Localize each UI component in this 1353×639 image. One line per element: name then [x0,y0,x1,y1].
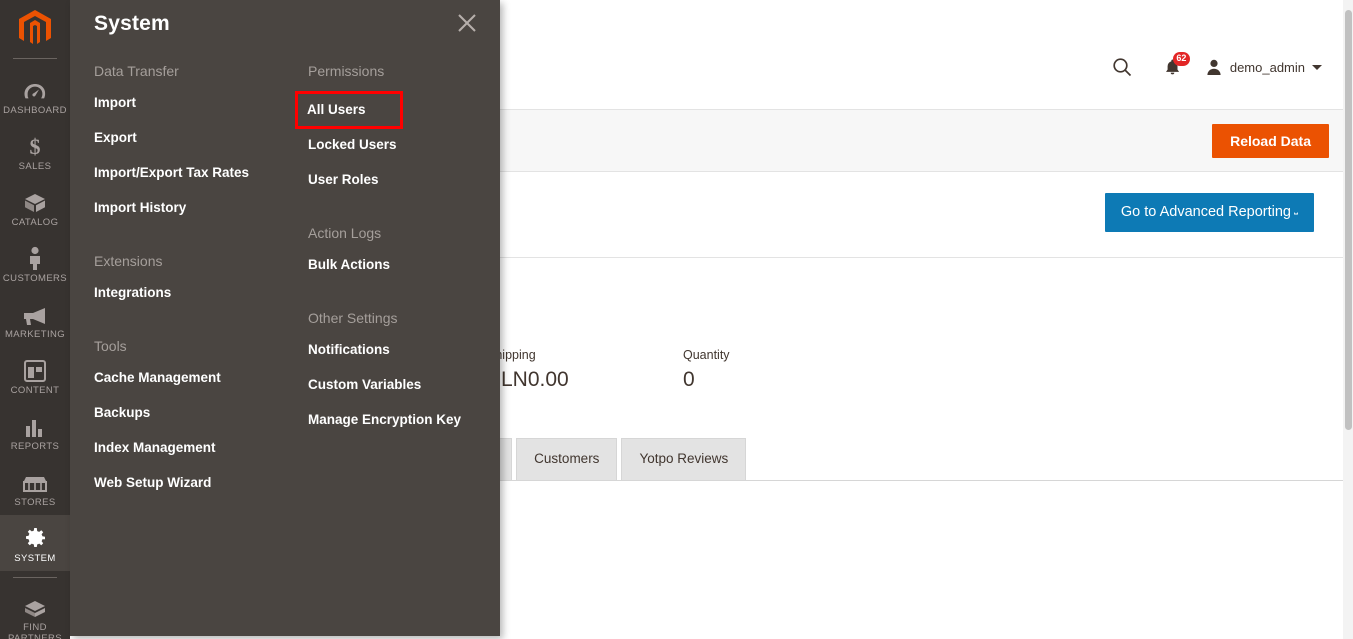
menu-item-notifications[interactable]: Notifications [308,341,493,358]
system-menu-right-column: Permissions All Users Locked Users User … [308,62,493,428]
go-to-advanced-reporting-label: Go to Advanced Reporting [1121,204,1291,220]
menu-group-title: Action Logs [308,224,493,242]
menu-item-manage-encryption-key[interactable]: Manage Encryption Key [308,411,493,428]
menu-group-tools: Tools Cache Management Backups Index Man… [94,337,304,491]
dollar-sign-icon: $ [2,132,68,158]
sidebar-item-label: STORES [2,497,68,508]
stat-quantity: Quantity 0 [683,348,879,392]
menu-group-permissions: Permissions All Users Locked Users User … [308,62,493,188]
sidebar-item-reports[interactable]: REPORTS [0,403,70,459]
menu-group-title: Extensions [94,252,304,270]
user-avatar-icon [1206,59,1222,76]
menu-item-locked-users[interactable]: Locked Users [308,136,493,153]
page-scrollbar[interactable] [1343,0,1353,639]
sidebar-item-label: DASHBOARD [2,105,68,116]
notifications-count-badge: 62 [1173,52,1190,66]
sidebar-item-label: CUSTOMERS [2,273,68,284]
dashboard-gauge-icon [2,76,68,102]
search-icon[interactable] [1112,57,1132,77]
extension-block-icon [2,593,68,619]
menu-item-custom-variables[interactable]: Custom Variables [308,376,493,393]
sidebar-item-label: SALES [2,161,68,172]
external-link-icon: ⎵ [1294,205,1298,215]
notifications-bell-icon[interactable]: 62 [1164,58,1181,77]
close-icon[interactable] [456,12,478,34]
menu-item-export[interactable]: Export [94,129,304,146]
menu-group-data-transfer: Data Transfer Import Export Import/Expor… [94,62,304,216]
stat-value: PLN0.00 [487,368,683,392]
go-to-advanced-reporting-button[interactable]: Go to Advanced Reporting ⎵ [1105,193,1314,232]
menu-group-title: Other Settings [308,309,493,327]
system-menu-panel: System Data Transfer Import Export Impor… [70,0,500,636]
user-menu[interactable]: demo_admin [1206,59,1322,76]
sidebar-item-label: FIND PARTNERS [2,622,68,639]
menu-item-bulk-actions[interactable]: Bulk Actions [308,256,493,273]
storefront-icon [2,468,68,494]
menu-group-action-logs: Action Logs Bulk Actions [308,224,493,273]
user-name-label: demo_admin [1230,60,1305,75]
layout-window-icon [2,356,68,382]
menu-item-cache-management[interactable]: Cache Management [94,369,304,386]
sidebar-item-sales[interactable]: $ SALES [0,123,70,179]
system-menu-left-column: Data Transfer Import Export Import/Expor… [94,62,304,491]
sidebar-item-catalog[interactable]: CATALOG [0,179,70,235]
menu-item-all-users[interactable]: All Users [298,94,400,126]
bar-chart-icon [2,412,68,438]
menu-group-title: Tools [94,337,304,355]
sidebar-item-marketing[interactable]: MARKETING [0,291,70,347]
sidebar-item-dashboard[interactable]: DASHBOARD [0,67,70,123]
tab-customers[interactable]: Customers [516,438,617,481]
stat-label: Shipping [487,348,683,362]
menu-group-other-settings: Other Settings Notifications Custom Vari… [308,309,493,428]
stat-label: Quantity [683,348,879,362]
menu-item-backups[interactable]: Backups [94,404,304,421]
sidebar-item-content[interactable]: CONTENT [0,347,70,403]
magento-logo-icon [18,10,52,48]
sidebar-item-system[interactable]: SYSTEM [0,515,70,571]
megaphone-icon [2,300,68,326]
sidebar-divider-top [13,58,57,59]
system-menu-title: System [94,12,170,36]
stat-value: 0 [683,368,879,392]
sidebar-item-stores[interactable]: STORES [0,459,70,515]
sidebar-item-label: SYSTEM [2,553,68,564]
sidebar-item-label: CATALOG [2,217,68,228]
magento-admin-page: DASHBOARD $ SALES CATALOG CUSTOMERS MARK… [0,0,1353,639]
menu-group-title: Data Transfer [94,62,304,80]
stat-shipping: Shipping PLN0.00 [487,348,683,392]
sidebar-item-customers[interactable]: CUSTOMERS [0,235,70,291]
header-actions: 62 demo_admin [1112,57,1322,77]
scrollbar-thumb[interactable] [1345,10,1352,430]
sidebar-item-find-partners[interactable]: FIND PARTNERS & EXTENSIONS [0,584,70,639]
menu-item-import-history[interactable]: Import History [94,199,304,216]
tab-yotpo-reviews[interactable]: Yotpo Reviews [621,438,746,481]
menu-item-import-export-tax-rates[interactable]: Import/Export Tax Rates [94,164,304,181]
sidebar-divider-bottom [13,577,57,578]
sidebar-item-label: CONTENT [2,385,68,396]
menu-group-extensions: Extensions Integrations [94,252,304,301]
menu-item-web-setup-wizard[interactable]: Web Setup Wizard [94,474,304,491]
svg-text:$: $ [30,134,41,158]
person-icon [2,244,68,270]
magento-logo[interactable] [0,0,70,58]
menu-group-title: Permissions [308,62,493,80]
sidebar-item-label: MARKETING [2,329,68,340]
reload-data-button[interactable]: Reload Data [1212,124,1329,158]
menu-item-index-management[interactable]: Index Management [94,439,304,456]
menu-item-import[interactable]: Import [94,94,304,111]
menu-item-user-roles[interactable]: User Roles [308,171,493,188]
sidebar-item-label: REPORTS [2,441,68,452]
menu-item-integrations[interactable]: Integrations [94,284,304,301]
chevron-down-icon [1312,65,1322,70]
gear-icon [2,524,68,550]
box-icon [2,188,68,214]
admin-sidebar: DASHBOARD $ SALES CATALOG CUSTOMERS MARK… [0,0,70,639]
